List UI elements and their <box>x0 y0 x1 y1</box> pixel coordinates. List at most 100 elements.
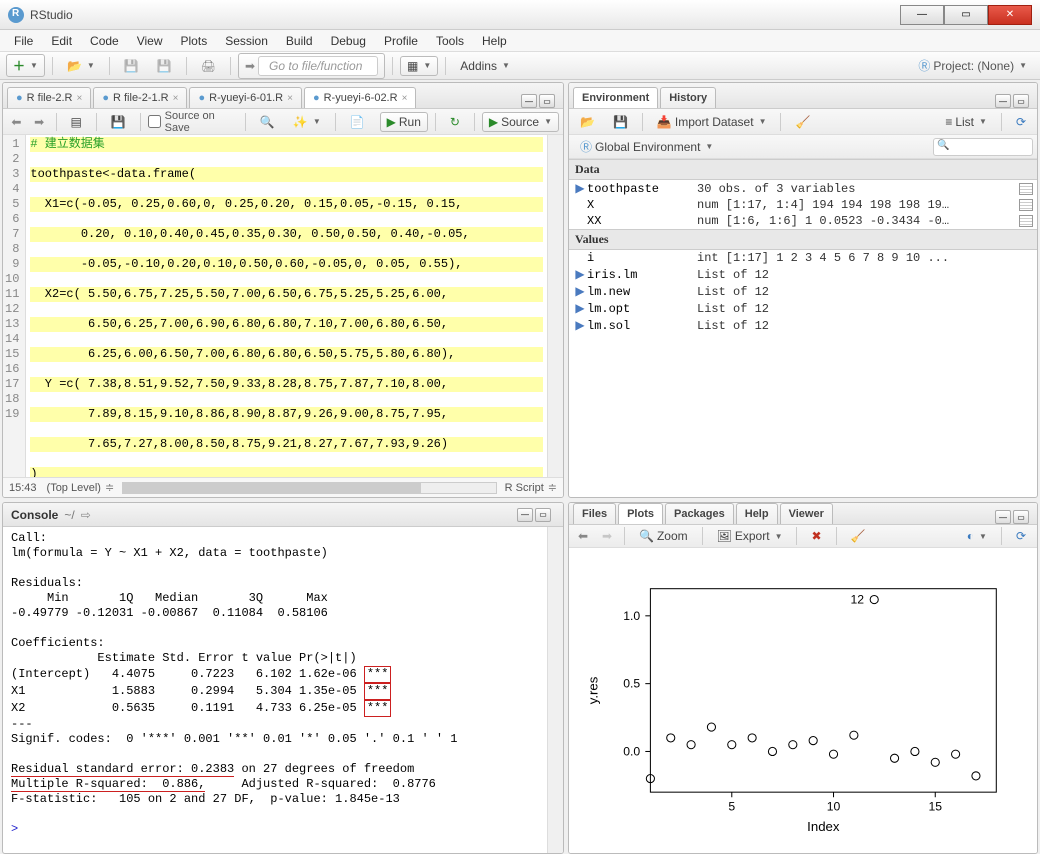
remove-plot-button[interactable]: ✖ <box>804 526 828 546</box>
prev-plot-button[interactable]: ⬅ <box>573 527 593 545</box>
source-button[interactable]: ▶Source▼ <box>482 112 559 132</box>
menu-profile[interactable]: Profile <box>376 32 426 50</box>
menu-edit[interactable]: Edit <box>43 32 80 50</box>
plots-tab[interactable]: Packages <box>665 503 734 524</box>
close-tab-icon[interactable]: × <box>77 93 83 104</box>
menu-file[interactable]: File <box>6 32 41 50</box>
expand-icon[interactable]: ▶ <box>573 301 587 316</box>
save-file-button[interactable]: 💾 <box>104 112 133 132</box>
env-row[interactable]: ▶iris.lmList of 12 <box>569 266 1037 283</box>
maximize-button[interactable]: ▭ <box>944 5 988 25</box>
scope-label[interactable]: (Top Level) <box>47 482 101 494</box>
grid-icon[interactable] <box>1019 215 1033 227</box>
grid-button[interactable]: ▦▼ <box>400 56 438 76</box>
env-row[interactable]: ▶lm.solList of 12 <box>569 317 1037 334</box>
grid-icon[interactable] <box>1019 199 1033 211</box>
menu-plots[interactable]: Plots <box>173 32 216 50</box>
menu-help[interactable]: Help <box>474 32 515 50</box>
menu-session[interactable]: Session <box>217 32 276 50</box>
find-button[interactable]: 🔍 <box>253 112 282 132</box>
expand-icon[interactable]: ▶ <box>573 284 587 299</box>
print-button[interactable]: 🖨 <box>194 56 223 76</box>
console-scrollbar[interactable] <box>547 527 563 853</box>
minimize-pane-button[interactable]: — <box>995 510 1011 524</box>
env-row[interactable]: ▶lm.newList of 12 <box>569 283 1037 300</box>
expand-icon[interactable]: ▶ <box>573 318 587 333</box>
maximize-pane-button[interactable]: ▭ <box>1013 94 1029 108</box>
env-row[interactable]: ▶lm.optList of 12 <box>569 300 1037 317</box>
back-button[interactable]: ⬅ <box>7 113 26 131</box>
editor-tab[interactable]: ●R-yueyi-6-01.R× <box>189 87 301 108</box>
env-row[interactable]: XXnum [1:6, 1:6] 1 0.0523 -0.3434 -0… <box>569 213 1037 229</box>
run-button[interactable]: ▶Run <box>380 112 428 132</box>
save-workspace-button[interactable]: 💾 <box>606 112 635 132</box>
rerun-button[interactable]: ↻ <box>443 112 467 132</box>
plots-tab[interactable]: Viewer <box>780 503 833 524</box>
editor-tab[interactable]: ●R file-2.R× <box>7 87 91 108</box>
env-row[interactable]: Xnum [1:17, 1:4] 194 194 198 198 19… <box>569 197 1037 213</box>
grid-icon[interactable] <box>1019 183 1033 195</box>
close-tab-icon[interactable]: × <box>287 93 293 104</box>
editor-tab[interactable]: ●R-yueyi-6-02.R× <box>304 87 416 108</box>
project-menu[interactable]: Ⓡ Project: (None)▼ <box>911 54 1034 77</box>
menu-code[interactable]: Code <box>82 32 127 50</box>
cursor-position: 15:43 <box>9 482 37 494</box>
env-scope-bar: Ⓡ Global Environment▼ <box>569 135 1037 159</box>
load-workspace-button[interactable]: 📂 <box>573 112 602 132</box>
menu-view[interactable]: View <box>129 32 171 50</box>
goto-file-input[interactable]: ➡Go to file/function <box>238 53 385 79</box>
show-in-new-window-button[interactable]: ▤ <box>63 112 88 132</box>
editor-tabs: ●R file-2.R×●R file-2-1.R×●R-yueyi-6-01.… <box>3 83 563 109</box>
import-dataset-button[interactable]: 📥 Import Dataset▼ <box>650 112 774 132</box>
refresh-plot-button[interactable]: ⟳ <box>1009 526 1033 546</box>
console-body[interactable]: Call: lm(formula = Y ~ X1 + X2, data = t… <box>3 527 547 853</box>
editor-body[interactable]: 12345678910111213141516171819 # 建立数据集 to… <box>3 135 563 477</box>
scope-selector[interactable]: Ⓡ Global Environment▼ <box>573 135 720 158</box>
clear-workspace-button[interactable]: 🧹 <box>788 112 817 132</box>
close-button[interactable]: ✕ <box>988 5 1032 25</box>
forward-button[interactable]: ➡ <box>30 113 49 131</box>
expand-icon[interactable]: ▶ <box>573 267 587 282</box>
compile-report-button[interactable]: 📄 <box>343 112 372 132</box>
open-file-button[interactable]: 📂▼ <box>60 56 102 76</box>
maximize-pane-button[interactable]: ▭ <box>535 508 551 522</box>
minimize-pane-button[interactable]: — <box>995 94 1011 108</box>
minimize-button[interactable]: — <box>900 5 944 25</box>
minimize-pane-button[interactable]: — <box>517 508 533 522</box>
save-all-button[interactable]: 💾 <box>150 56 179 76</box>
source-on-save-checkbox[interactable] <box>148 115 161 128</box>
menu-debug[interactable]: Debug <box>323 32 374 50</box>
next-plot-button[interactable]: ➡ <box>597 527 617 545</box>
close-tab-icon[interactable]: × <box>173 93 179 104</box>
maximize-pane-button[interactable]: ▭ <box>539 94 555 108</box>
lang-label[interactable]: R Script <box>505 482 544 494</box>
plots-tab[interactable]: Help <box>736 503 778 524</box>
plots-tab[interactable]: Files <box>573 503 616 524</box>
refresh-env-button[interactable]: ⟳ <box>1009 112 1033 132</box>
maximize-pane-button[interactable]: ▭ <box>1013 510 1029 524</box>
editor-h-scrollbar[interactable] <box>122 482 496 494</box>
editor-tab[interactable]: ●R file-2-1.R× <box>93 87 187 108</box>
save-button[interactable]: 💾 <box>117 56 146 76</box>
list-view-button[interactable]: ≡ List▼ <box>938 112 994 132</box>
env-tab[interactable]: History <box>660 87 716 108</box>
export-button[interactable]: 🖼 Export▼ <box>710 526 790 546</box>
menu-tools[interactable]: Tools <box>428 32 472 50</box>
minimize-pane-button[interactable]: — <box>521 94 537 108</box>
clear-plots-button[interactable]: 🧹 <box>844 526 873 546</box>
menu-build[interactable]: Build <box>278 32 321 50</box>
env-row[interactable]: ▶toothpaste30 obs. of 3 variables <box>569 180 1037 197</box>
env-tab[interactable]: Environment <box>573 87 658 108</box>
plots-tab[interactable]: Plots <box>618 503 663 524</box>
editor-scrollbar[interactable] <box>547 135 563 477</box>
svg-text:1.0: 1.0 <box>623 609 640 623</box>
wand-button[interactable]: ✨▼ <box>286 112 328 132</box>
env-search-input[interactable] <box>933 138 1033 156</box>
close-tab-icon[interactable]: × <box>402 93 408 104</box>
zoom-button[interactable]: 🔍 Zoom <box>632 526 695 546</box>
expand-icon[interactable]: ▶ <box>573 181 587 196</box>
new-file-button[interactable]: ＋▼ <box>6 54 45 77</box>
env-row[interactable]: iint [1:17] 1 2 3 4 5 6 7 8 9 10 ... <box>569 250 1037 266</box>
publish-button[interactable]: ◐▼ <box>960 526 994 546</box>
addins-menu[interactable]: Addins▼ <box>453 56 517 76</box>
